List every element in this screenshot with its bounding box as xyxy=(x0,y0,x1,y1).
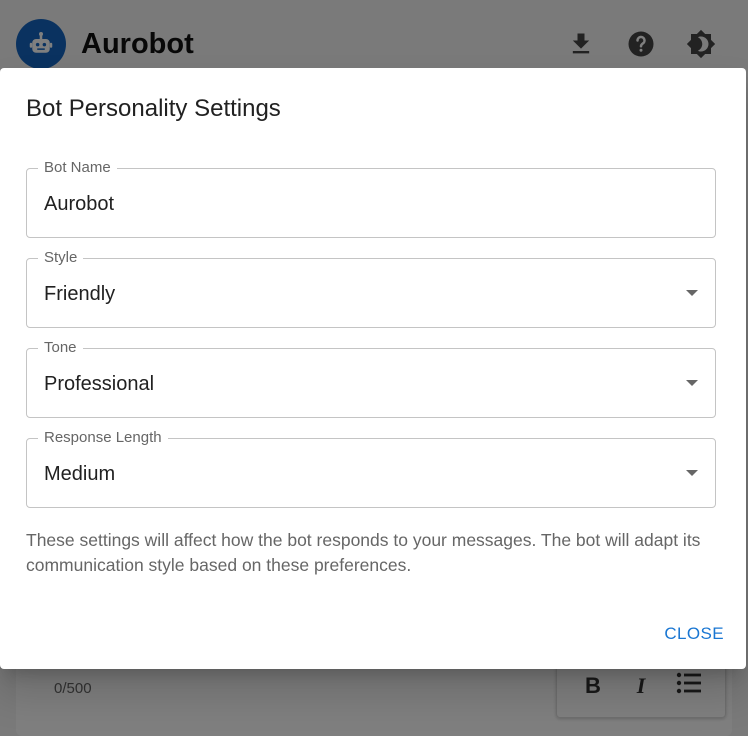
close-button[interactable]: CLOSE xyxy=(664,624,724,644)
settings-help-text: These settings will affect how the bot r… xyxy=(26,530,701,575)
dialog-title: Bot Personality Settings xyxy=(26,95,281,122)
bot-personality-dialog: Bot Personality Settings Bot Name Style … xyxy=(0,68,746,669)
chevron-down-icon xyxy=(686,290,698,296)
style-value: Friendly xyxy=(44,283,116,305)
tone-label: Tone xyxy=(38,339,83,357)
tone-select[interactable]: Tone Professional xyxy=(26,339,716,418)
style-select[interactable]: Style Friendly xyxy=(26,249,716,328)
response-length-value: Medium xyxy=(44,463,116,485)
chevron-down-icon xyxy=(686,380,698,386)
response-length-select[interactable]: Response Length Medium xyxy=(26,429,716,508)
bot-name-input[interactable] xyxy=(44,192,684,216)
response-length-label: Response Length xyxy=(38,429,168,447)
bot-name-label: Bot Name xyxy=(38,159,117,177)
chevron-down-icon xyxy=(686,470,698,476)
style-label: Style xyxy=(38,249,84,267)
tone-value: Professional xyxy=(44,373,155,395)
bot-name-field[interactable]: Bot Name xyxy=(26,159,716,238)
